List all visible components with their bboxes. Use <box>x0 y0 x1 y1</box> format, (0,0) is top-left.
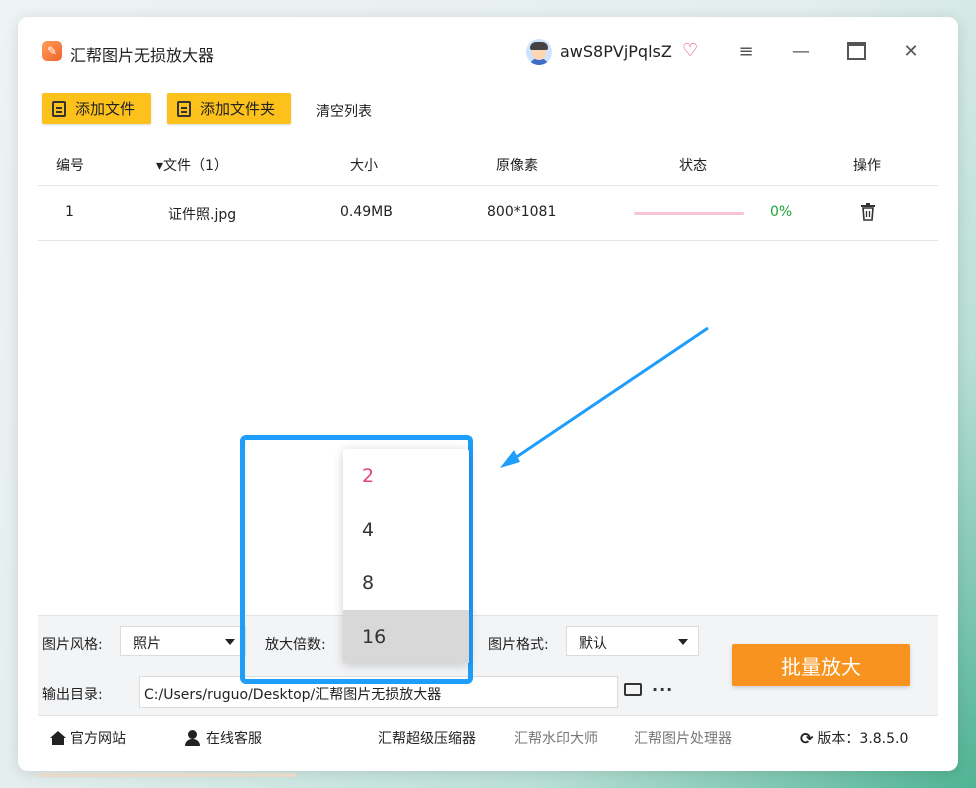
app-logo-icon: ✎ <box>42 41 62 61</box>
more-icon[interactable]: ··· <box>652 680 673 699</box>
progress-bar <box>634 212 744 215</box>
chevron-down-icon <box>225 639 235 645</box>
username[interactable]: awS8PVjPqlsZ <box>560 42 672 61</box>
close-icon[interactable]: ✕ <box>897 37 925 65</box>
row-pixels: 800*1081 <box>487 204 557 220</box>
table-row[interactable]: 1 证件照.jpg 0.49MB 800*1081 0% <box>38 185 938 241</box>
scale-dropdown[interactable]: 2 4 8 16 <box>343 449 469 663</box>
vip-heart-icon[interactable]: ♡ <box>682 40 698 61</box>
style-label: 图片风格: <box>42 637 103 653</box>
scale-option[interactable]: 4 <box>343 503 469 556</box>
hamburger-icon[interactable]: ≡ <box>732 37 760 65</box>
folder-add-icon <box>177 100 191 117</box>
app-title: 汇帮图片无损放大器 <box>70 46 215 65</box>
compressor-link[interactable]: 汇帮超级压缩器 <box>378 728 476 748</box>
col-action: 操作 <box>853 158 881 174</box>
online-service-link[interactable]: 在线客服 <box>184 728 262 748</box>
format-select[interactable]: 默认 <box>566 626 699 656</box>
image-processor-link[interactable]: 汇帮图片处理器 <box>634 728 732 748</box>
row-status: 0% <box>770 204 793 220</box>
style-value: 照片 <box>133 636 161 652</box>
scale-option[interactable]: 16 <box>343 610 469 663</box>
avatar[interactable] <box>526 39 552 65</box>
clear-list-button[interactable]: 清空列表 <box>316 101 372 121</box>
bottom-strip <box>38 773 296 777</box>
version-label: 版本：3.8.5.0 <box>817 731 909 747</box>
add-folder-button[interactable]: 添加文件夹 <box>167 93 291 124</box>
format-label: 图片格式: <box>488 637 549 653</box>
format-value: 默认 <box>579 636 607 652</box>
home-icon <box>50 730 66 745</box>
trash-icon[interactable] <box>860 203 876 225</box>
official-site-label: 官方网站 <box>70 731 126 747</box>
chevron-down-icon <box>678 639 688 645</box>
row-index: 1 <box>65 204 74 220</box>
minimize-icon[interactable]: — <box>787 37 815 65</box>
official-site-link[interactable]: 官方网站 <box>50 728 126 748</box>
output-label: 输出目录: <box>42 687 103 703</box>
folder-icon[interactable] <box>624 683 642 696</box>
add-file-button[interactable]: 添加文件 <box>42 93 151 124</box>
col-pixels: 原像素 <box>496 158 538 174</box>
scale-option[interactable]: 2 <box>343 449 469 502</box>
online-service-label: 在线客服 <box>206 731 262 747</box>
batch-enlarge-button[interactable]: 批量放大 <box>732 644 910 686</box>
watermark-link[interactable]: 汇帮水印大师 <box>514 728 598 748</box>
settings-panel: 图片风格: 照片 放大倍数: 图片格式: 默认 输出目录: C:/Users/r… <box>38 615 938 716</box>
row-filename: 证件照.jpg <box>168 207 237 223</box>
col-size: 大小 <box>350 158 378 174</box>
col-index: 编号 <box>56 158 84 174</box>
row-size: 0.49MB <box>340 204 393 220</box>
maximize-icon[interactable] <box>842 37 870 65</box>
title-bar: ✎ 汇帮图片无损放大器 awS8PVjPqlsZ ♡ ≡ — ✕ <box>18 17 958 87</box>
support-agent-icon <box>184 730 200 746</box>
table-header: 编号 ▾文件（1） 大小 原像素 状态 操作 <box>38 147 938 186</box>
version-info: ⟳ 版本：3.8.5.0 <box>800 728 908 748</box>
app-window: ✎ 汇帮图片无损放大器 awS8PVjPqlsZ ♡ ≡ — ✕ 添加文件 添加… <box>18 17 958 771</box>
file-icon <box>52 100 66 117</box>
col-status: 状态 <box>679 158 707 174</box>
refresh-icon[interactable]: ⟳ <box>800 729 813 748</box>
add-file-label: 添加文件 <box>75 100 136 118</box>
footer: 官方网站 在线客服 汇帮超级压缩器 汇帮水印大师 汇帮图片处理器 ⟳ 版本：3.… <box>38 715 938 756</box>
scale-option[interactable]: 8 <box>343 556 469 609</box>
col-file[interactable]: ▾文件（1） <box>156 155 228 175</box>
add-folder-label: 添加文件夹 <box>200 100 276 118</box>
style-select[interactable]: 照片 <box>120 626 246 656</box>
